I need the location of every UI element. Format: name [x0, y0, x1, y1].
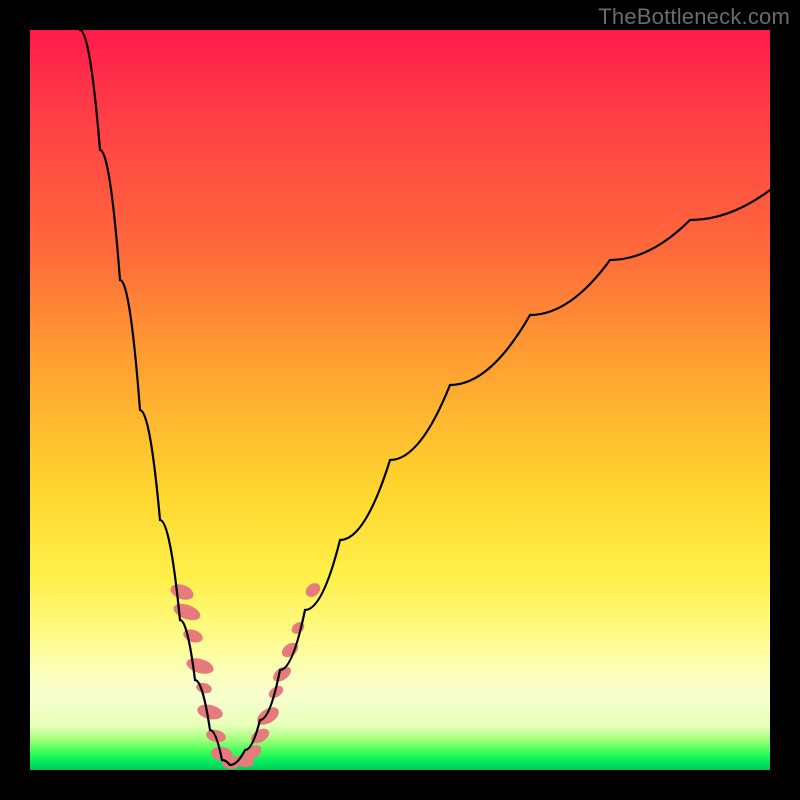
chart-svg [30, 30, 770, 770]
bead-marker [168, 581, 195, 602]
bead-marker [185, 655, 216, 676]
bead-marker [195, 681, 213, 695]
plot-area [30, 30, 770, 770]
curve-left-branch [80, 30, 230, 765]
bead-marker [171, 601, 202, 624]
bead-marker [182, 627, 205, 645]
bead-marker [196, 702, 224, 721]
bead-marker [270, 663, 293, 684]
bead-group [168, 580, 323, 769]
watermark-text: TheBottleneck.com [598, 4, 790, 30]
curve-right-branch [230, 190, 770, 765]
chart-frame: TheBottleneck.com [0, 0, 800, 800]
bead-marker [289, 620, 306, 636]
